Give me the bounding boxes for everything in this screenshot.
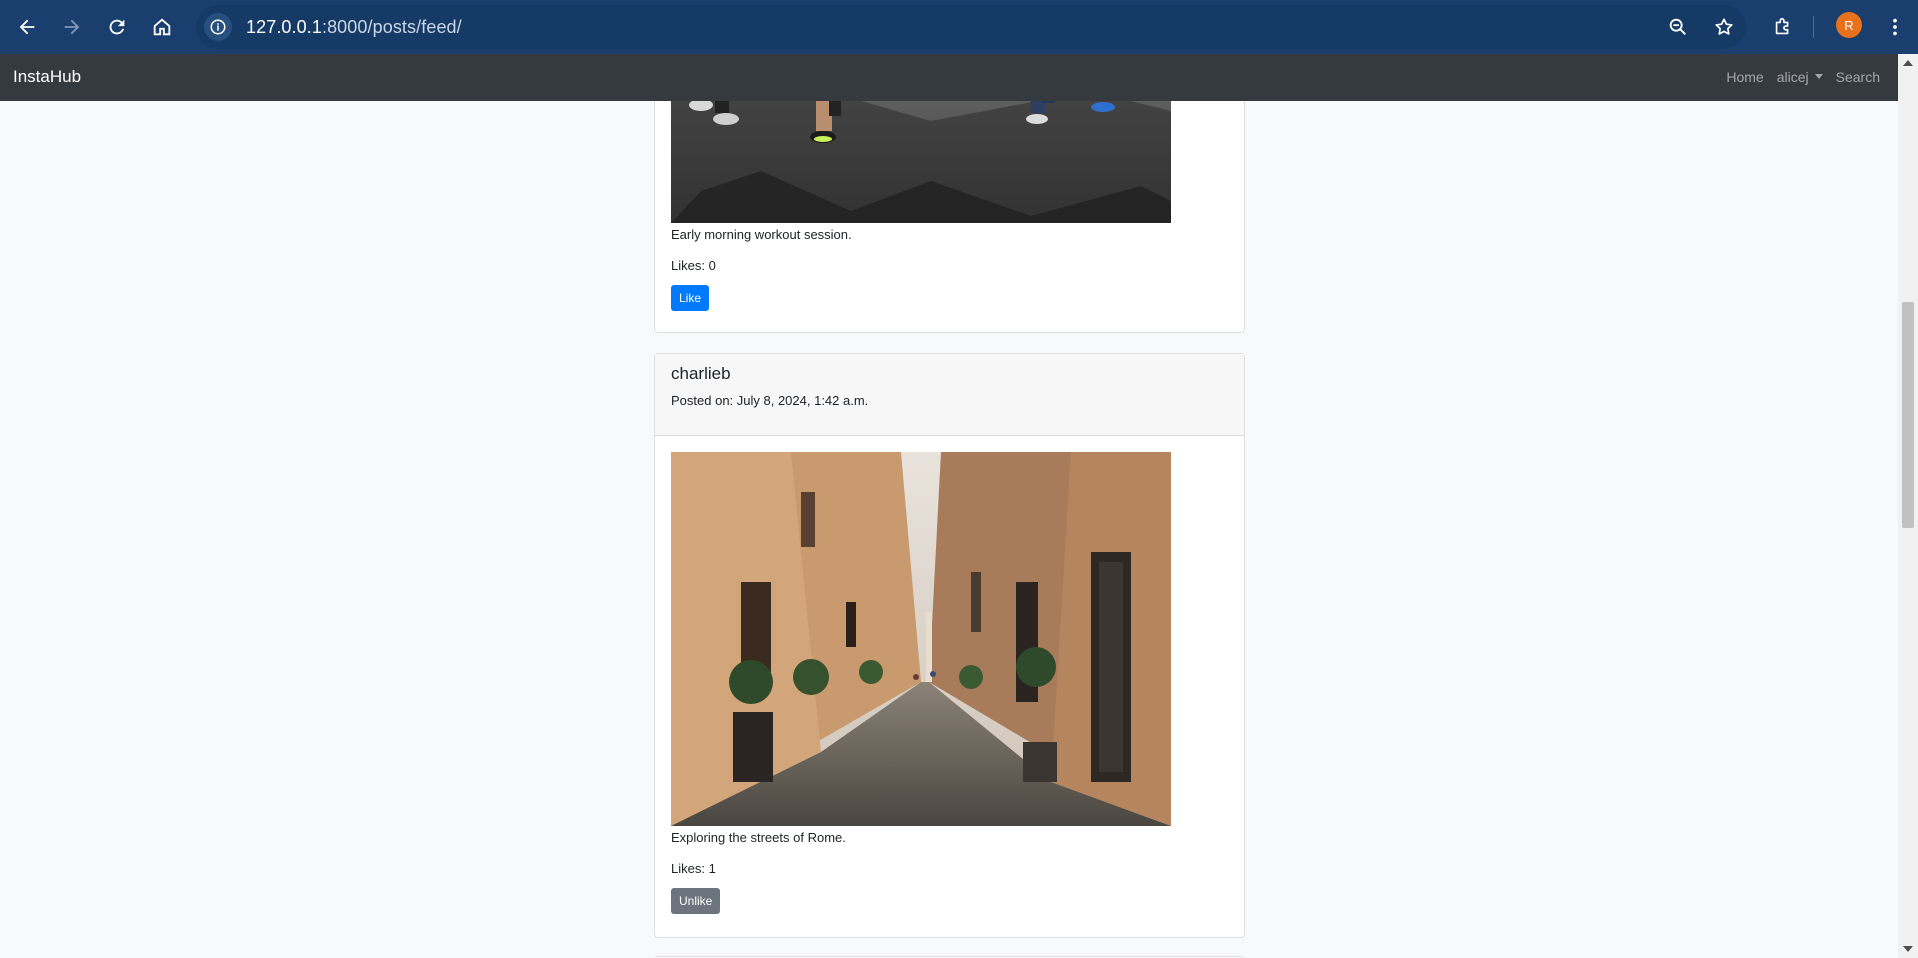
url-path: :8000/posts/feed/ (321, 16, 462, 37)
chevron-down-icon (1814, 74, 1823, 79)
post-card: Early morning workout session. Likes: 0 … (654, 101, 1245, 333)
address-bar[interactable]: 127.0.0.1:8000/posts/feed/ (196, 5, 1746, 49)
url-host: 127.0.0.1 (246, 16, 322, 37)
nav-home-link[interactable]: Home (1726, 69, 1763, 85)
nav-user-dropdown[interactable]: alicej (1777, 69, 1823, 85)
bookmark-star-icon[interactable] (1710, 13, 1738, 41)
post-card: charlieb Posted on: July 8, 2024, 1:42 a… (654, 353, 1245, 938)
post-timestamp: Posted on: July 8, 2024, 1:42 a.m. (671, 393, 869, 408)
site-info-icon[interactable] (204, 13, 232, 41)
nav-links: Home alicej Search (1726, 69, 1880, 85)
extensions-icon[interactable] (1766, 10, 1800, 44)
post-caption: Exploring the streets of Rome. (671, 830, 846, 845)
nav-user-label: alicej (1776, 69, 1809, 85)
scrollbar-thumb[interactable] (1902, 302, 1914, 528)
brand-logo[interactable]: InstaHub (13, 67, 81, 87)
post-username[interactable]: charlieb (671, 364, 1228, 384)
post-image (671, 101, 1171, 223)
unlike-button[interactable]: Unlike (671, 888, 721, 914)
reload-icon[interactable] (100, 10, 134, 44)
url-text[interactable]: 127.0.0.1:8000/posts/feed/ (246, 17, 462, 38)
page-scrollbar[interactable] (1898, 54, 1918, 958)
post-likes: Likes: 1 (671, 861, 716, 876)
feed: Early morning workout session. Likes: 0 … (0, 101, 1898, 958)
zoom-icon[interactable] (1664, 13, 1692, 41)
post-header: charlieb Posted on: July 8, 2024, 1:42 a… (655, 354, 1244, 436)
scroll-up-arrow-icon[interactable] (1903, 60, 1913, 66)
like-button[interactable]: Like (671, 285, 710, 311)
post-caption: Early morning workout session. (671, 227, 852, 242)
toolbar-divider (1813, 16, 1814, 38)
browser-toolbar: 127.0.0.1:8000/posts/feed/ R (0, 0, 1918, 54)
menu-kebab-icon[interactable] (1878, 10, 1912, 44)
forward-icon[interactable] (55, 10, 89, 44)
app-navbar: InstaHub Home alicej Search (0, 54, 1898, 101)
profile-avatar[interactable]: R (1836, 12, 1862, 38)
back-icon[interactable] (10, 10, 44, 44)
post-image (671, 452, 1171, 826)
home-icon[interactable] (145, 10, 179, 44)
scroll-down-arrow-icon[interactable] (1903, 946, 1913, 952)
nav-search-link[interactable]: Search (1836, 69, 1880, 85)
post-likes: Likes: 0 (671, 258, 716, 273)
